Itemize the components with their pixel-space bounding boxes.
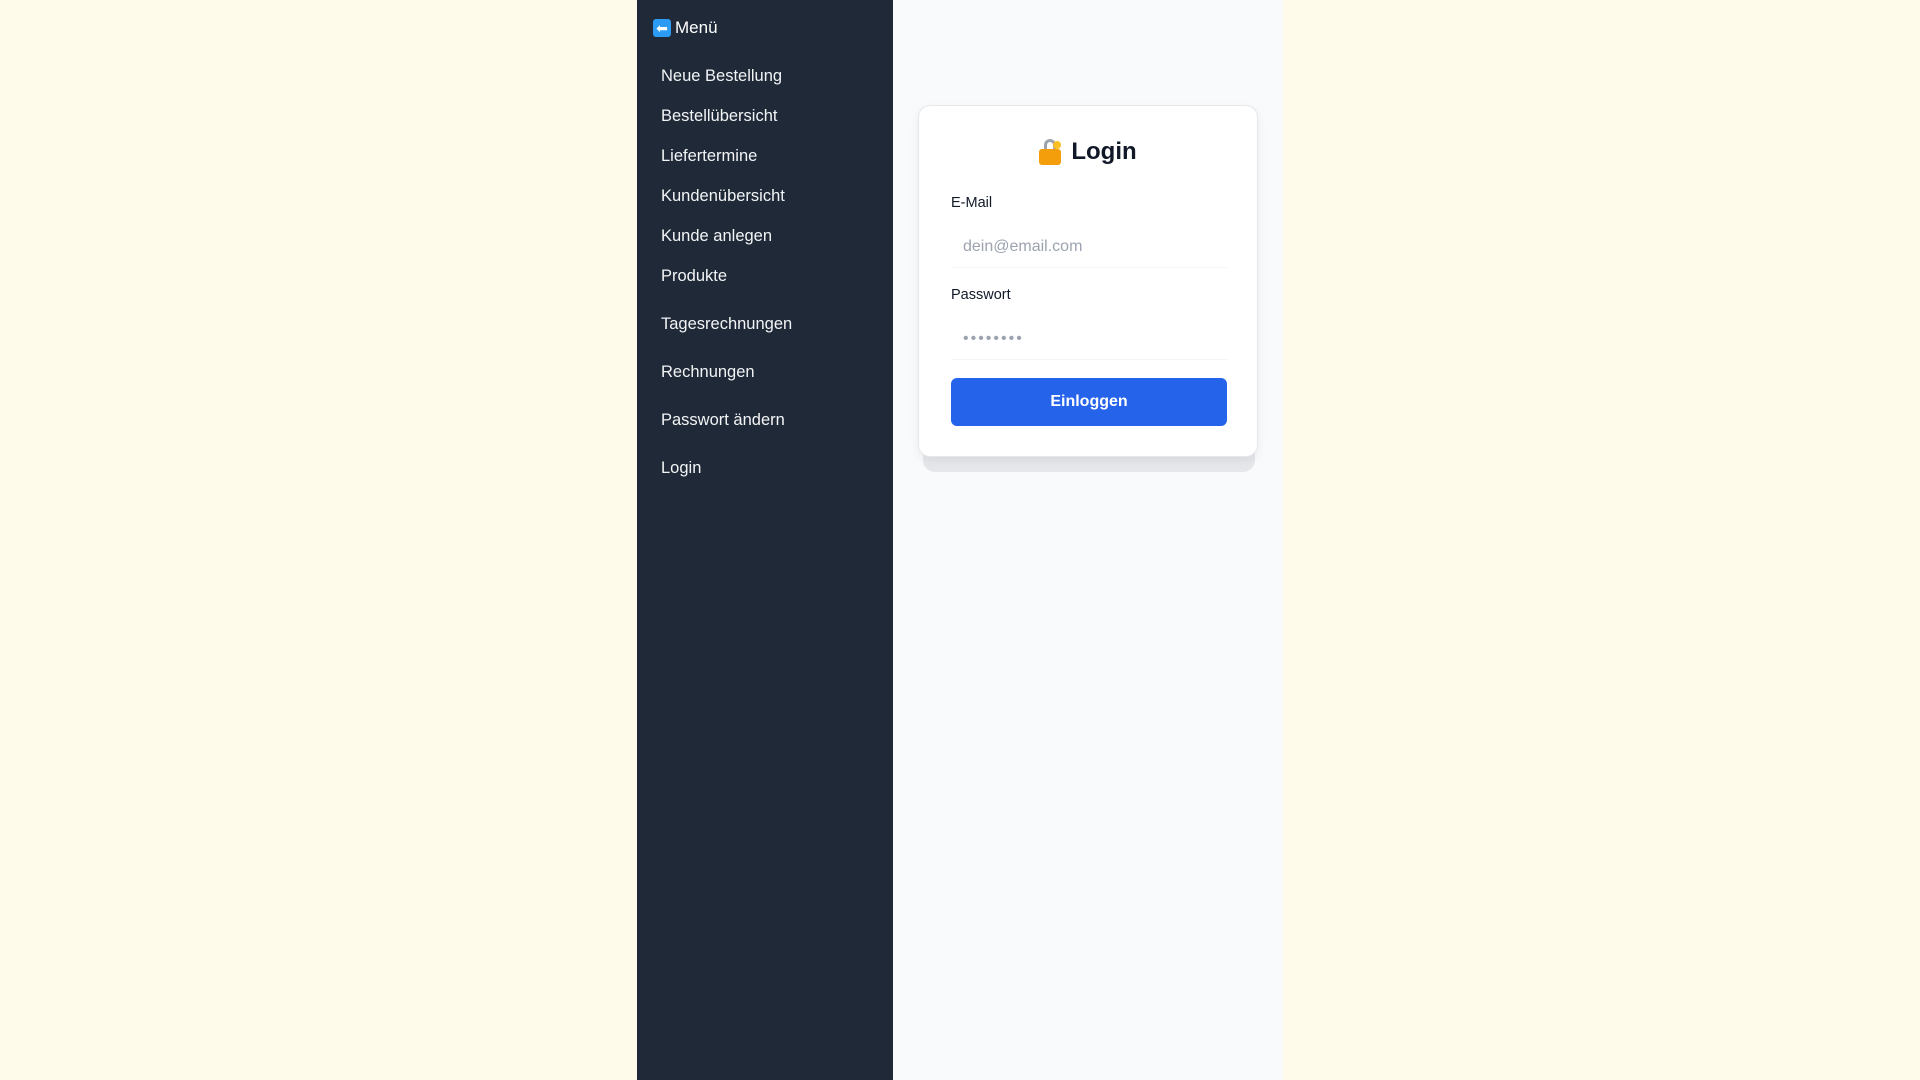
email-input[interactable] bbox=[951, 226, 1227, 268]
sidebar-item-neue-bestellung[interactable]: Neue Bestellung bbox=[661, 66, 782, 86]
login-title-text: Login bbox=[1071, 138, 1137, 165]
email-label: E-Mail bbox=[951, 195, 993, 211]
sidebar: ⬅ Menü Neue Bestellung Bestellübersicht … bbox=[637, 0, 893, 1080]
menu-toggle[interactable]: ⬅ Menü bbox=[637, 0, 893, 56]
sidebar-item-produkte[interactable]: Produkte bbox=[661, 266, 727, 286]
sidebar-item-login[interactable]: Login bbox=[661, 458, 701, 478]
sidebar-item-kunde-anlegen[interactable]: Kunde anlegen bbox=[661, 226, 772, 246]
app: ⬅ Menü Neue Bestellung Bestellübersicht … bbox=[637, 0, 1283, 1080]
lock-with-key-icon bbox=[1039, 139, 1063, 165]
sidebar-item-rechnungen[interactable]: Rechnungen bbox=[661, 362, 755, 382]
sidebar-item-kundenuebersicht[interactable]: Kundenübersicht bbox=[661, 186, 785, 206]
password-input[interactable] bbox=[951, 318, 1227, 360]
menu-label: Menü bbox=[675, 18, 718, 37]
login-button[interactable]: Einloggen bbox=[951, 378, 1227, 426]
login-title: Login bbox=[919, 138, 1257, 166]
sidebar-item-bestelluebersicht[interactable]: Bestellübersicht bbox=[661, 106, 777, 126]
sidebar-item-passwort-aendern[interactable]: Passwort ändern bbox=[661, 410, 785, 430]
login-card: Login E-Mail Passwort Einloggen bbox=[918, 105, 1258, 457]
sidebar-item-liefertermine[interactable]: Liefertermine bbox=[661, 146, 757, 166]
back-arrow-icon: ⬅ bbox=[653, 19, 671, 37]
main-content: Login E-Mail Passwort Einloggen bbox=[893, 0, 1283, 1080]
password-label: Passwort bbox=[951, 287, 1011, 303]
sidebar-item-tagesrechnungen[interactable]: Tagesrechnungen bbox=[661, 314, 792, 334]
